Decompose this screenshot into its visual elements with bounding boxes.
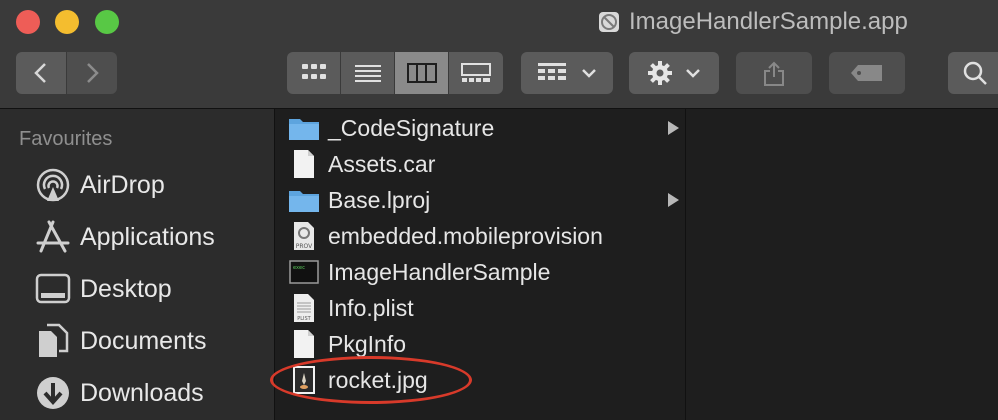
icon-view-button[interactable]: [287, 52, 341, 94]
group-grid-icon: [538, 63, 566, 80]
disclosure-arrow-icon: [668, 193, 679, 207]
column-view-icon: [406, 63, 437, 83]
plist-file-icon: PLIST: [287, 291, 321, 325]
gallery-view-icon: [461, 63, 491, 82]
provision-badge: PROV: [296, 243, 313, 250]
finder-window: ImageHandlerSample.app Favourites AirDro…: [0, 0, 998, 420]
column-view-button[interactable]: [395, 52, 449, 94]
window-title-text: ImageHandlerSample.app: [629, 8, 908, 35]
minimize-button[interactable]: [55, 10, 79, 34]
sidebar-item-documents[interactable]: Documents: [34, 321, 206, 361]
desktop-icon: [34, 270, 72, 308]
sidebar-item-airdrop[interactable]: AirDrop: [34, 165, 165, 205]
sidebar-item-label: AirDrop: [80, 170, 165, 199]
preview-column: [686, 109, 998, 420]
close-button[interactable]: [16, 10, 40, 34]
file-name: PkgInfo: [328, 330, 406, 357]
action-button[interactable]: [629, 52, 719, 94]
folder-icon: [287, 183, 321, 217]
chevron-down-icon: [582, 69, 596, 78]
document-icon: [287, 327, 321, 361]
file-name: _CodeSignature: [328, 114, 495, 141]
sidebar-item-label: Desktop: [80, 274, 172, 303]
file-row[interactable]: _CodeSignature: [287, 111, 683, 145]
list-view-button[interactable]: [341, 52, 395, 94]
sidebar-item-label: Applications: [80, 222, 215, 251]
file-row[interactable]: PLIST Info.plist: [287, 291, 683, 325]
chevron-down-icon: [686, 69, 700, 78]
file-name: Assets.car: [328, 150, 436, 177]
sidebar-item-label: Downloads: [80, 378, 204, 407]
search-button[interactable]: [948, 52, 998, 94]
provision-file-icon: PROV: [287, 219, 321, 253]
sidebar-heading: Favourites: [19, 128, 113, 150]
chevron-left-icon: [34, 63, 46, 83]
file-row[interactable]: exec ImageHandlerSample: [287, 255, 683, 289]
toolbar: ImageHandlerSample.app: [0, 0, 998, 109]
tag-icon: [851, 65, 882, 81]
sidebar-item-applications[interactable]: Applications: [34, 217, 215, 257]
icon-view-icon: [301, 64, 326, 79]
documents-icon: [34, 322, 72, 360]
executable-badge: exec: [293, 265, 305, 271]
file-name: Info.plist: [328, 294, 414, 321]
tag-button[interactable]: [829, 52, 905, 94]
file-row[interactable]: PROV embedded.mobileprovision: [287, 219, 683, 253]
plist-badge: PLIST: [297, 316, 311, 322]
executable-icon: exec: [287, 255, 321, 289]
file-name: embedded.mobileprovision: [328, 222, 603, 249]
app-bundle-icon: [599, 12, 619, 32]
list-view-icon: [354, 65, 381, 82]
gear-icon: [648, 61, 672, 85]
share-icon: [764, 61, 784, 86]
applications-icon: [34, 218, 72, 256]
view-mode-control: [287, 52, 503, 94]
share-button[interactable]: [736, 52, 812, 94]
group-button[interactable]: [521, 52, 613, 94]
sidebar-item-downloads[interactable]: Downloads: [34, 373, 204, 413]
file-row[interactable]: Assets.car: [287, 147, 683, 181]
file-row[interactable]: Base.lproj: [287, 183, 683, 217]
disclosure-arrow-icon: [668, 121, 679, 135]
gallery-view-button[interactable]: [449, 52, 503, 94]
back-button[interactable]: [16, 52, 66, 94]
document-icon: [287, 147, 321, 181]
file-name: ImageHandlerSample: [328, 258, 551, 285]
airdrop-icon: [34, 166, 72, 204]
window-title: ImageHandlerSample.app: [597, 6, 908, 38]
downloads-icon: [34, 374, 72, 412]
search-icon: [963, 61, 987, 85]
folder-icon: [287, 111, 321, 145]
annotation-circle: [270, 356, 472, 404]
maximize-button[interactable]: [95, 10, 119, 34]
forward-button[interactable]: [67, 52, 117, 94]
sidebar-item-label: Documents: [80, 326, 207, 355]
sidebar-item-desktop[interactable]: Desktop: [34, 269, 172, 309]
chevron-right-icon: [87, 63, 99, 83]
file-name: Base.lproj: [328, 186, 431, 213]
